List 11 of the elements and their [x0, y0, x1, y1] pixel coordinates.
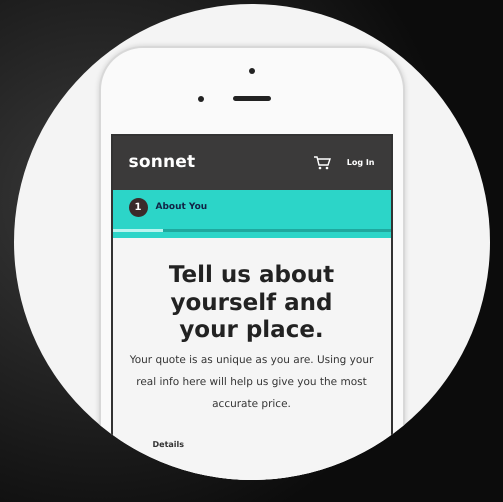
page-heading: Tell us about yourself and your place. — [168, 262, 336, 345]
intro-text: Your quote is as unique as you are. Using your real info here will help us give you the most accurate price. — [128, 352, 374, 412]
step-label: About You — [156, 200, 208, 214]
speaker-icon — [232, 96, 270, 101]
login-link[interactable]: Log In — [346, 157, 374, 169]
logo[interactable]: sonnet — [128, 150, 196, 176]
sensor-icon — [198, 96, 204, 102]
cart-icon[interactable] — [312, 156, 331, 170]
camera-icon — [248, 68, 254, 74]
step-number[interactable]: 1 — [128, 198, 148, 217]
section-label: Details — [152, 438, 186, 451]
